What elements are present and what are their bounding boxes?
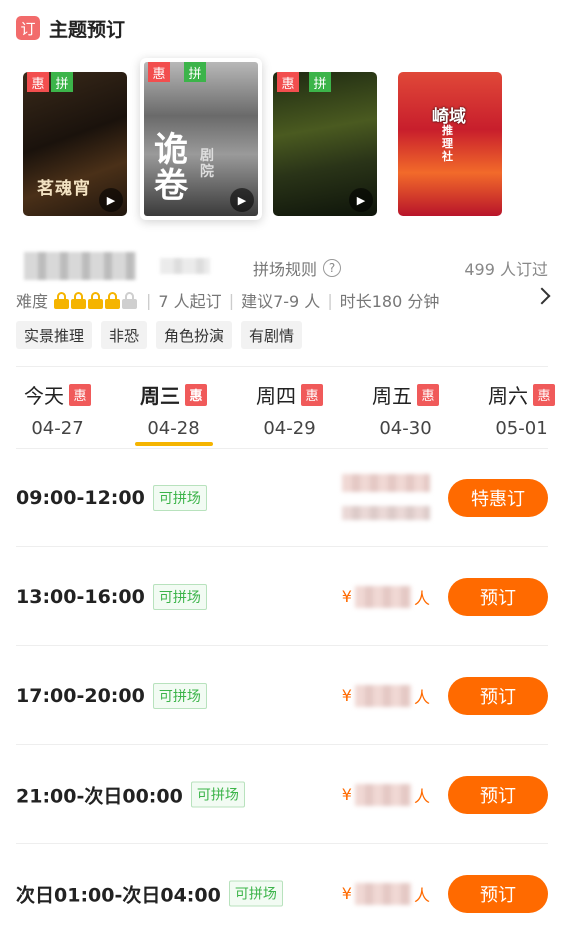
play-icon[interactable]: ▶	[99, 188, 123, 212]
booked-count: 499 人订过	[464, 260, 548, 279]
divider	[16, 366, 548, 367]
price-redacted	[342, 474, 430, 492]
slot-time: 13:00-16:00	[16, 585, 145, 608]
slot-time: 次日01:00-次日04:00	[16, 884, 221, 906]
group-tag: 拼	[309, 72, 331, 92]
time-slot: 次日01:00-次日04:00 可拼场 ¥ 人 预订	[16, 844, 548, 928]
group-rules-label: 拼场规则	[253, 260, 318, 279]
discount-badge: 惠	[185, 383, 207, 406]
date-tab-date: 04-27	[31, 418, 84, 439]
lock-icon	[54, 291, 70, 309]
discount-badge: 惠	[69, 383, 91, 406]
slot-time: 17:00-20:00	[16, 684, 145, 707]
date-tab-today[interactable]: 今天惠 04-27	[10, 380, 105, 439]
theme-meta-row[interactable]: 难度 | 7 人起订 | 建议7-9 人 | 时长180 分钟	[16, 289, 440, 312]
group-available-badge: 可拼场	[190, 781, 245, 808]
price-unit: 人	[413, 588, 430, 608]
theme-name-redacted	[24, 252, 136, 280]
section-header: 订 主题预订	[16, 14, 125, 42]
time-slot: 21:00-次日00:00 可拼场 ¥ 人 预订	[16, 745, 548, 844]
date-tab-label: 周六	[488, 384, 528, 408]
slot-price: ¥ 人	[342, 882, 430, 906]
lock-icon	[88, 291, 104, 309]
date-tab-fri[interactable]: 周五惠 04-30	[358, 380, 453, 439]
price-currency: ¥	[341, 686, 352, 705]
date-tab-thu[interactable]: 周四惠 04-29	[242, 380, 337, 439]
theme-tag: 有剧情	[241, 321, 303, 349]
date-tab-date: 04-30	[379, 418, 432, 439]
help-icon: ?	[323, 259, 342, 277]
slot-price: ¥ 人	[342, 684, 430, 708]
price-redacted	[342, 506, 430, 520]
theme-store-redacted	[160, 258, 210, 274]
group-tag: 拼	[51, 72, 73, 92]
slot-time: 21:00-次日00:00	[16, 785, 183, 807]
discount-tag: 惠	[27, 72, 49, 92]
date-tab-wed[interactable]: 周三惠 04-28	[126, 380, 221, 439]
group-available-badge: 可拼场	[152, 583, 207, 610]
poster-title: 诡卷	[154, 130, 188, 206]
book-button[interactable]: 预订	[448, 676, 548, 715]
chevron-right-icon[interactable]	[533, 287, 551, 305]
lock-icon	[71, 291, 87, 309]
price-currency: ¥	[341, 587, 352, 606]
group-available-badge: 可拼场	[228, 880, 283, 907]
time-slot: 17:00-20:00 可拼场 ¥ 人 预订	[16, 646, 548, 745]
active-tab-indicator	[135, 442, 213, 446]
time-slot: 09:00-12:00 可拼场 特惠订	[16, 448, 548, 547]
date-tab-date: 04-28	[147, 418, 200, 439]
date-tab-label: 今天	[24, 384, 64, 408]
group-tag: 拼	[184, 62, 206, 82]
theme-tag: 实景推理	[16, 321, 93, 349]
poster-subtitle: 剧院	[200, 148, 214, 180]
duration: 时长180 分钟	[339, 292, 440, 311]
group-rules-link[interactable]: 拼场规则 ?	[253, 256, 342, 280]
discount-tag: 惠	[277, 72, 299, 92]
slot-price: ¥ 人	[342, 783, 430, 807]
group-available-badge: 可拼场	[152, 682, 207, 709]
discount-tag: 惠	[148, 62, 170, 82]
theme-poster-3[interactable]: 惠 拼 ▶	[273, 72, 377, 216]
lock-icon	[122, 291, 138, 309]
lock-icon	[105, 291, 121, 309]
price-currency: ¥	[341, 785, 352, 804]
theme-poster-2[interactable]: 惠 拼 诡卷 剧院 ▶	[140, 58, 262, 220]
play-icon[interactable]: ▶	[349, 188, 373, 212]
book-button[interactable]: 预订	[448, 874, 548, 913]
section-title: 主题预订	[49, 18, 126, 41]
difficulty-label: 难度	[16, 292, 49, 311]
book-button[interactable]: 预订	[448, 577, 548, 616]
price-unit: 人	[413, 885, 430, 905]
group-available-badge: 可拼场	[152, 484, 207, 511]
suggested-people: 建议7-9 人	[241, 292, 321, 311]
theme-poster-4[interactable]: 崎域 推理社	[398, 72, 502, 216]
discount-badge: 惠	[301, 383, 323, 406]
play-icon[interactable]: ▶	[230, 188, 254, 212]
theme-tags: 实景推理 非恐 角色扮演 有剧情	[16, 321, 303, 349]
time-slot: 13:00-16:00 可拼场 ¥ 人 预订	[16, 547, 548, 646]
poster-subtitle: 推理社	[442, 124, 453, 163]
poster-title: 茗魂宵	[37, 179, 91, 199]
theme-poster-1[interactable]: 惠 拼 茗魂宵 ▶	[23, 72, 127, 216]
date-tab-label: 周四	[256, 384, 296, 408]
discount-badge: 惠	[533, 383, 555, 406]
difficulty-rating	[54, 291, 139, 309]
theme-tag: 非恐	[101, 321, 148, 349]
theme-tag: 角色扮演	[156, 321, 233, 349]
date-tab-label: 周五	[372, 384, 412, 408]
min-people: 7 人起订	[158, 292, 222, 311]
price-currency: ¥	[341, 884, 352, 903]
date-tab-date: 04-29	[263, 418, 316, 439]
discount-book-button[interactable]: 特惠订	[448, 478, 548, 517]
discount-badge: 惠	[417, 383, 439, 406]
slot-time: 09:00-12:00	[16, 486, 145, 509]
date-tab-sat[interactable]: 周六惠 05-01	[474, 380, 569, 439]
price-unit: 人	[413, 786, 430, 806]
slot-price: ¥ 人	[342, 585, 430, 609]
date-tab-date: 05-01	[495, 418, 548, 439]
date-tab-label: 周三	[140, 384, 180, 408]
booking-icon: 订	[16, 16, 40, 40]
book-button[interactable]: 预订	[448, 775, 548, 814]
price-unit: 人	[413, 687, 430, 707]
